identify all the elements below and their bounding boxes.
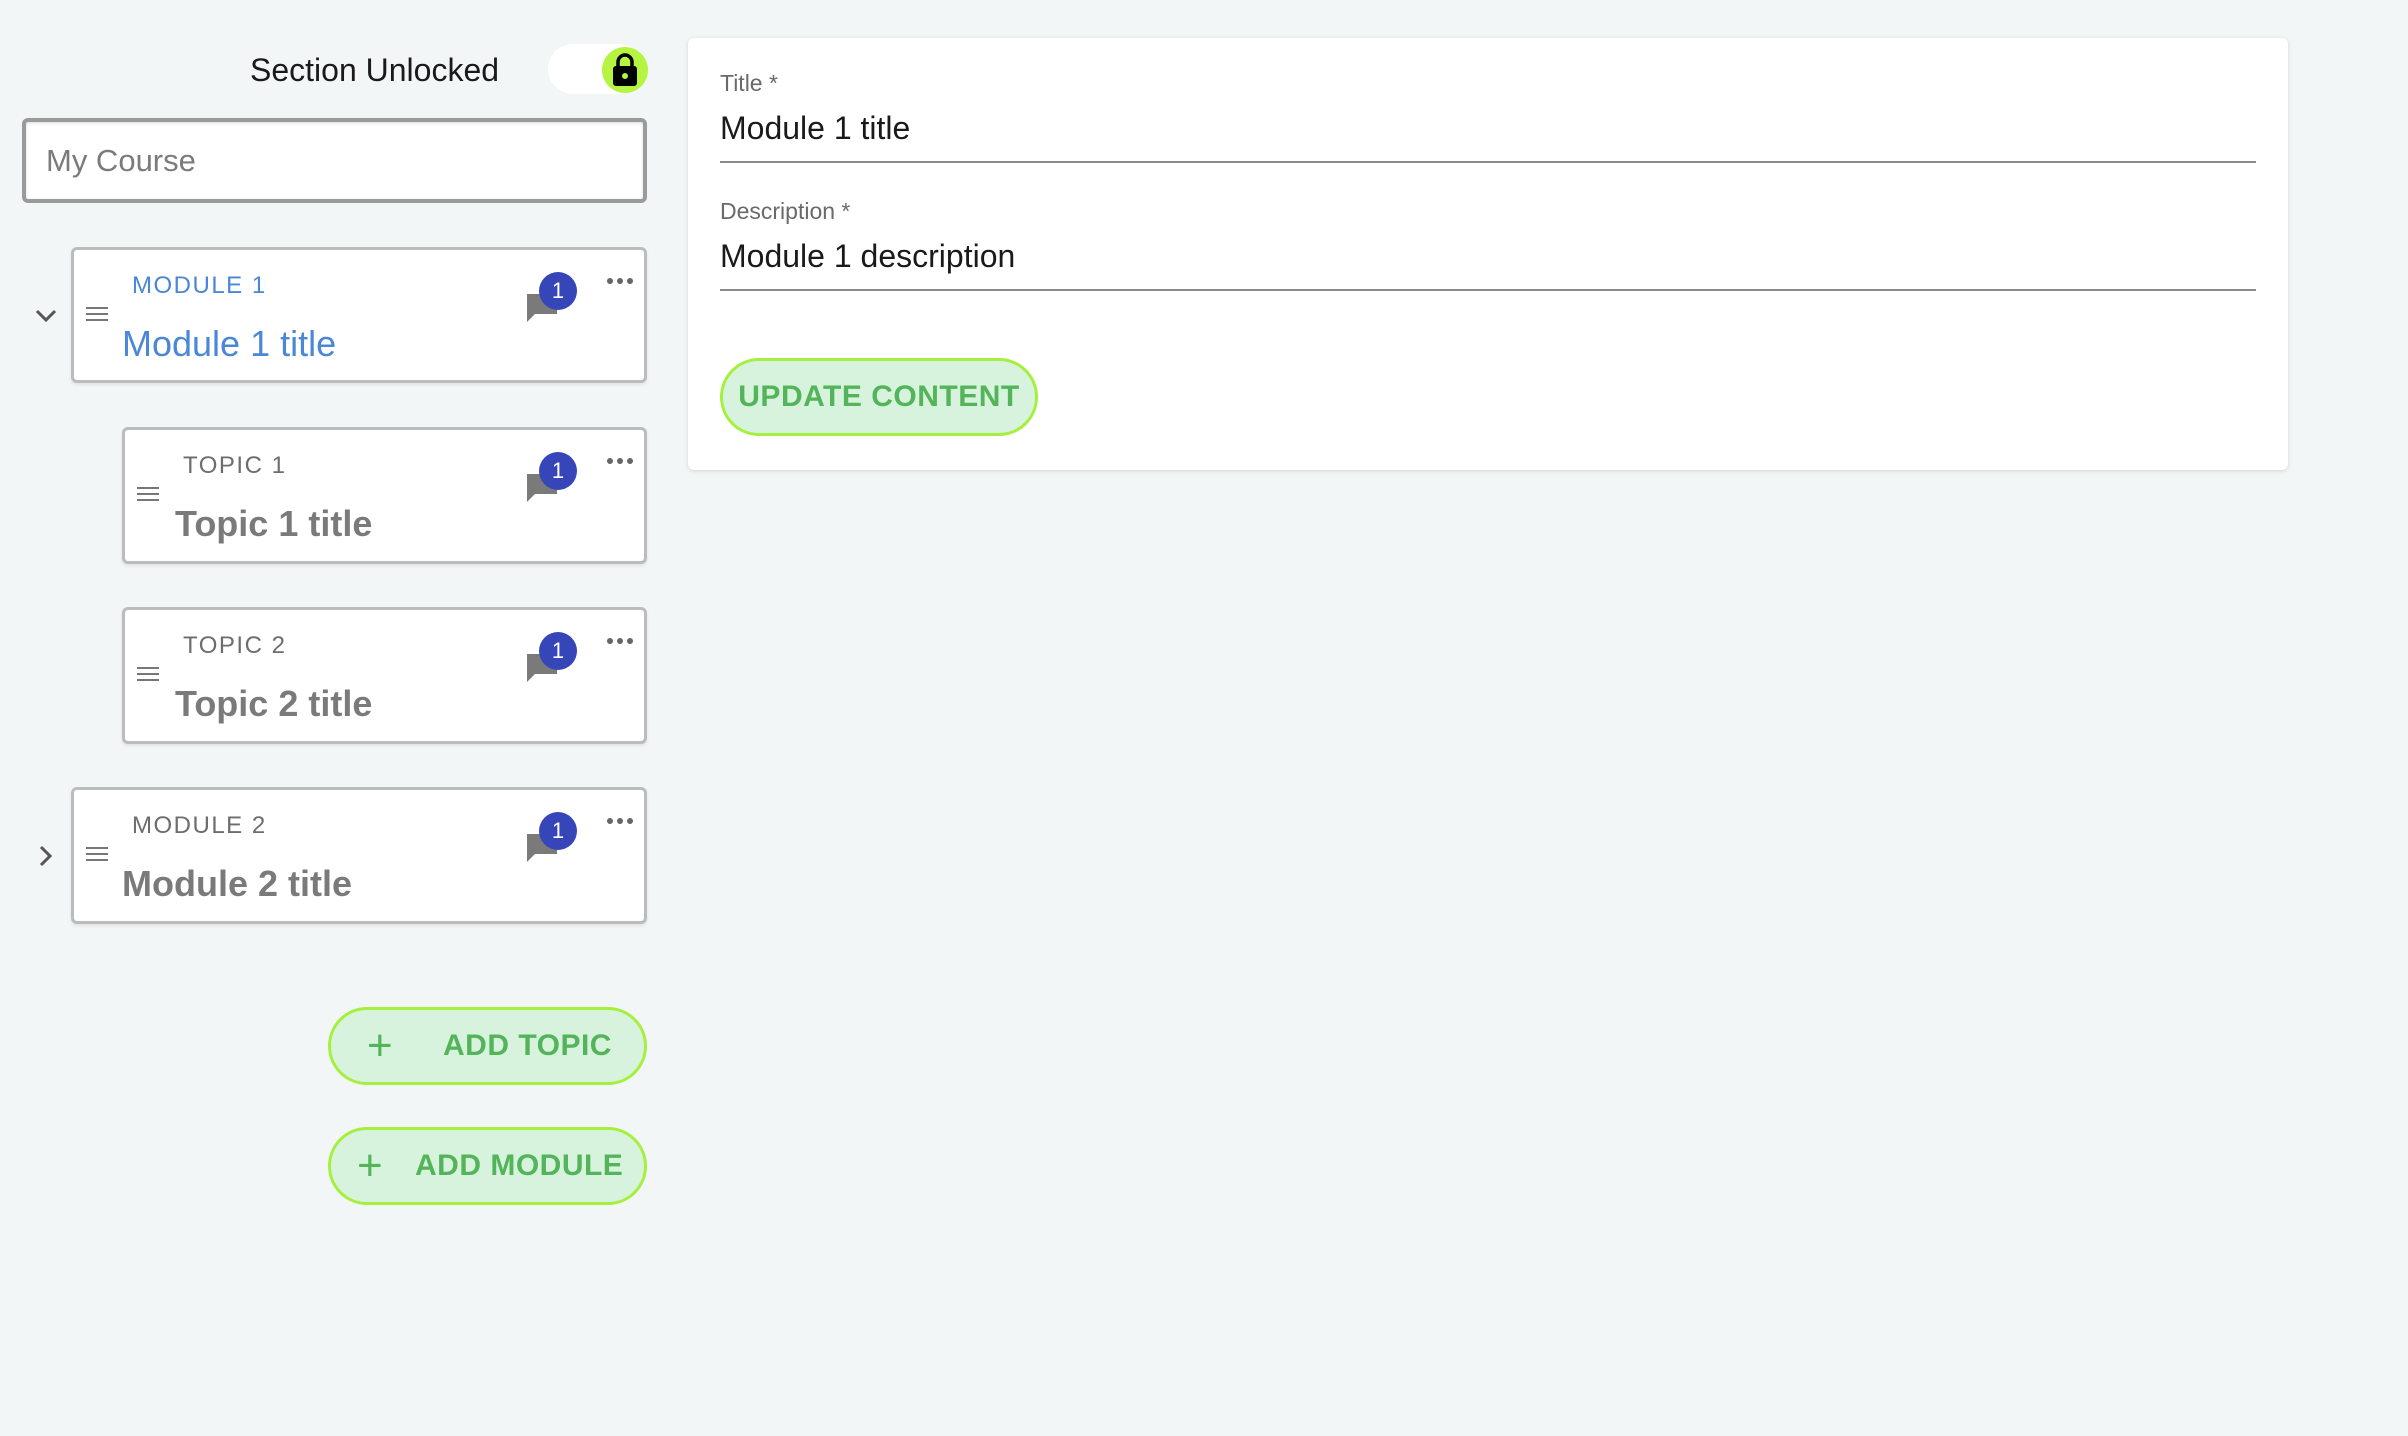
tree-item-overline: TOPIC 1 [183,452,287,479]
comments-button[interactable]: 1 [525,272,581,322]
content-form: Title * Module 1 title Description * Mod… [688,38,2288,470]
more-options-icon[interactable] [604,454,636,468]
drag-handle-icon[interactable] [86,845,110,863]
description-field[interactable]: Module 1 description [720,238,2256,291]
more-options-icon[interactable] [604,814,636,828]
tree-item-overline: MODULE 2 [132,812,267,839]
add-topic-label: ADD TOPIC [443,1029,612,1062]
plus-icon: + [367,1021,394,1070]
tree-item-title: Module 1 title [122,323,337,364]
description-label: Description * [720,198,851,224]
lock-icon [613,53,637,86]
drag-handle-icon[interactable] [137,665,161,683]
tree-item-overline: TOPIC 2 [183,632,287,659]
more-options-icon[interactable] [604,634,636,648]
comments-button[interactable]: 1 [525,812,581,862]
section-lock-toggle[interactable] [250,44,650,96]
update-content-button[interactable]: UPDATE CONTENT [720,358,1038,436]
tree-item-title: Module 2 title [122,863,353,904]
plus-icon: + [357,1141,384,1190]
tree-item-title: Topic 2 title [175,683,373,724]
chevron-down-icon[interactable] [32,302,60,330]
title-field[interactable]: Module 1 title [720,110,2256,163]
add-module-button[interactable]: + ADD MODULE [328,1127,647,1205]
course-name-input[interactable] [22,118,647,203]
chevron-right-icon[interactable] [32,842,60,870]
add-module-label: ADD MODULE [415,1149,624,1182]
title-label: Title * [720,70,778,96]
comment-count-badge: 1 [539,632,577,670]
comment-count-badge: 1 [539,272,577,310]
tree-item-module-1[interactable]: MODULE 1 Module 1 title 1 [71,247,647,383]
tree-item-overline: MODULE 1 [132,272,267,299]
toggle-knob[interactable] [602,47,648,93]
tree-item-topic-2[interactable]: TOPIC 2 Topic 2 title 1 [122,607,647,744]
comments-button[interactable]: 1 [525,452,581,502]
add-topic-button[interactable]: + ADD TOPIC [328,1007,647,1085]
comment-count-badge: 1 [539,812,577,850]
more-options-icon[interactable] [604,274,636,288]
comments-button[interactable]: 1 [525,632,581,682]
drag-handle-icon[interactable] [137,485,161,503]
comment-count-badge: 1 [539,452,577,490]
drag-handle-icon[interactable] [86,305,110,323]
tree-item-module-2[interactable]: MODULE 2 Module 2 title 1 [71,787,647,924]
tree-item-title: Topic 1 title [175,503,373,544]
tree-item-topic-1[interactable]: TOPIC 1 Topic 1 title 1 [122,427,647,564]
